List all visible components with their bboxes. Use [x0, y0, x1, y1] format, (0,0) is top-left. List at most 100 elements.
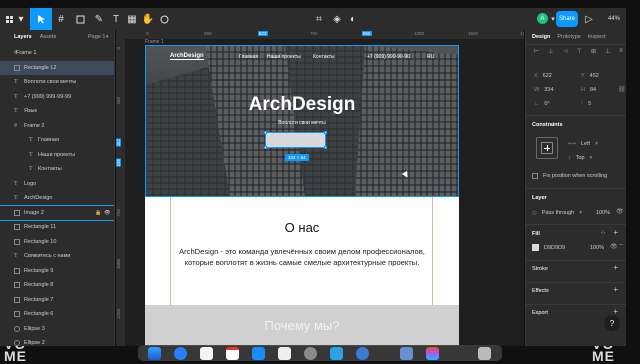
share-button[interactable]: Share — [556, 11, 578, 27]
align-middle-icon[interactable]: ⊞ — [591, 48, 596, 55]
resize-handle-bl[interactable] — [264, 146, 267, 149]
layer-row[interactable]: Rectangle 9 — [0, 264, 114, 279]
resize-handle-tl[interactable] — [264, 131, 267, 134]
layer-row[interactable]: Rectangle 6 — [0, 307, 114, 322]
w-field[interactable]: W 334 — [534, 84, 553, 95]
resize-handle-tr[interactable] — [324, 131, 327, 134]
layer-row[interactable]: T Logo — [0, 177, 114, 192]
tab-assets[interactable]: Assets — [40, 34, 57, 40]
trash-icon[interactable] — [478, 347, 491, 360]
resize-handle-br[interactable] — [324, 146, 327, 149]
component-icon[interactable]: ◈ — [330, 8, 344, 30]
y-field[interactable]: Y 452 — [581, 70, 599, 81]
frame-tool-icon[interactable]: # — [52, 8, 70, 30]
avatar[interactable]: A — [537, 13, 548, 24]
layer-row[interactable]: # Frame 1 — [0, 46, 114, 61]
layer-row[interactable]: Rectangle 12 — [0, 60, 114, 75]
pen-tool-icon[interactable]: ✎ — [90, 8, 108, 30]
tab-prototype[interactable]: Prototype — [557, 34, 581, 40]
fill-opacity-field[interactable]: 100% — [590, 242, 604, 253]
why-us-block[interactable]: Почему мы? — [145, 305, 459, 346]
add-stroke-icon[interactable]: + — [613, 263, 618, 272]
layer-row[interactable]: T Наши проекты — [0, 148, 114, 163]
rectangle-tool-icon[interactable] — [70, 8, 90, 30]
canvas[interactable]: 0 250 622 750 956 1250 1500 1750 0 250 452 536 750 1… — [116, 30, 524, 346]
align-right-icon[interactable]: ⊣ — [562, 48, 567, 55]
tab-layers[interactable]: Layers — [14, 34, 32, 40]
vertical-constraint-select[interactable]: ↕ Top ▾ — [568, 152, 592, 163]
page-selector[interactable]: Page 1 — [88, 34, 105, 40]
resources-tool-icon[interactable]: ▦ — [124, 8, 140, 30]
fill-color-field[interactable]: D9D9D9 — [532, 242, 565, 253]
h-field[interactable]: H 84 — [581, 84, 596, 95]
tab-inspect[interactable]: Inspect — [588, 34, 606, 40]
layer-row[interactable]: Rectangle 11 — [0, 220, 114, 235]
rotation-field[interactable]: ∟ 0° — [534, 98, 550, 109]
fill-visibility-icon[interactable]: 👁 — [610, 243, 618, 250]
frame-1[interactable]: ArchDesign Главная Наши проекты Контакты… — [145, 45, 459, 346]
comment-tool-icon[interactable] — [156, 8, 172, 30]
figma-icon[interactable] — [426, 347, 439, 360]
checkbox-box[interactable] — [532, 172, 538, 179]
calendar-icon[interactable] — [226, 347, 239, 360]
chevron-down-icon[interactable]: ▾ — [18, 8, 24, 30]
fill-swatch[interactable] — [532, 244, 539, 251]
folder-icon[interactable] — [400, 347, 413, 360]
add-effect-icon[interactable]: + — [613, 285, 618, 294]
add-fill-icon[interactable]: + — [613, 228, 618, 237]
layer-row[interactable]: Ellipse 3 — [0, 322, 114, 337]
zoom-level[interactable]: 44% — [606, 8, 622, 30]
tab-design[interactable]: Design — [532, 34, 550, 40]
layer-row[interactable]: Image 2 🔒 👁 — [0, 204, 114, 221]
safari-icon[interactable] — [174, 347, 187, 360]
hand-tool-icon[interactable]: ✋ — [140, 8, 156, 30]
align-left-icon[interactable]: ⊢ — [534, 48, 539, 55]
contrast-icon[interactable]: ◐ — [346, 8, 360, 30]
layer-row[interactable]: T Язык — [0, 104, 114, 119]
horizontal-constraint-select[interactable]: ⟷ Left ▾ — [568, 138, 598, 149]
layer-row[interactable]: Rectangle 8 — [0, 278, 114, 293]
layer-row[interactable]: # Frame 2 — [0, 119, 114, 134]
align-top-icon[interactable]: ⊤ — [577, 48, 582, 55]
layer-row[interactable]: T +7 (999) 999-99-99 — [0, 90, 114, 105]
visibility-icon[interactable]: 👁 — [616, 208, 624, 215]
radius-field[interactable]: ◜ 5 — [581, 98, 591, 109]
blend-mode-select[interactable]: ◎ Pass through ▾ — [532, 207, 582, 218]
layer-row[interactable]: Rectangle 7 — [0, 293, 114, 308]
text-tool-icon[interactable]: T — [108, 8, 124, 30]
page-chevron-icon[interactable]: ▾ — [106, 34, 109, 40]
eye-icon[interactable]: 👁 — [104, 210, 110, 216]
lock-icon[interactable]: 🔒 — [95, 210, 101, 216]
hero-image[interactable]: ArchDesign Главная Наши проекты Контакты… — [145, 45, 459, 197]
layer-row[interactable]: T Главная — [0, 133, 114, 148]
rectangle-12-selected[interactable] — [264, 131, 327, 149]
telegram-icon[interactable] — [330, 347, 343, 360]
remove-fill-icon[interactable]: − — [619, 242, 623, 249]
distribute-icon[interactable]: ≡ — [619, 48, 623, 55]
browser-icon[interactable] — [356, 347, 369, 360]
system-settings-icon[interactable] — [304, 347, 317, 360]
play-icon[interactable]: ▷ — [584, 8, 594, 30]
lock-ratio-icon[interactable]: ⛓ — [618, 86, 626, 93]
layer-opacity-field[interactable]: 100% — [596, 207, 610, 218]
help-button[interactable]: ? — [604, 315, 620, 331]
mail-icon[interactable] — [200, 347, 213, 360]
crop-icon[interactable]: ⌗ — [312, 8, 326, 30]
constraints-widget[interactable] — [536, 137, 558, 159]
layer-row[interactable]: Rectangle 10 — [0, 235, 114, 250]
app-store-icon[interactable] — [252, 347, 265, 360]
finder-icon[interactable] — [148, 347, 161, 360]
layer-row[interactable]: T Контакты — [0, 162, 114, 177]
layer-row[interactable]: Ellipse 2 — [0, 336, 114, 346]
x-field[interactable]: X 622 — [534, 70, 552, 81]
layer-row[interactable]: T Воплоти свои мечты — [0, 75, 114, 90]
move-tool-icon[interactable] — [30, 8, 52, 30]
launchpad-icon[interactable] — [278, 347, 291, 360]
main-menu-icon[interactable] — [0, 8, 18, 30]
layer-row[interactable]: T Свяжитесь с нами — [0, 249, 114, 264]
fill-styles-icon[interactable]: ⁘ — [600, 229, 606, 237]
align-bottom-icon[interactable]: ⊥ — [605, 48, 610, 55]
align-center-h-icon[interactable]: ⊥ — [548, 48, 553, 55]
layer-row[interactable]: T ArchDesign — [0, 191, 114, 206]
fix-position-checkbox[interactable]: Fix position when scrolling — [532, 170, 607, 181]
